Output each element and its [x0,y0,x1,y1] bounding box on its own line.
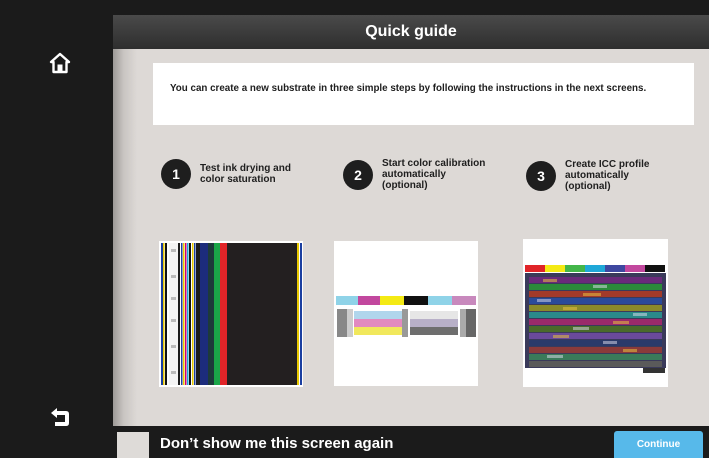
panel-shadow [113,49,137,426]
continue-button[interactable]: Continue [614,431,703,458]
home-icon [49,52,71,74]
info-text: You can create a new substrate in three … [170,83,647,94]
step-label-1: Test ink drying and color saturation [200,163,291,185]
icc-profile-chart-image [523,239,668,387]
guide-panel: You can create a new substrate in three … [113,49,709,426]
footer-bar: Don’t show me this screen again Continue [113,426,709,458]
sidebar [0,0,113,458]
step-label-3: Create ICC profile automatically (option… [565,159,650,192]
dont-show-checkbox[interactable] [117,432,149,458]
step-number-2: 2 [343,159,373,190]
step-1: 1 Test ink drying and color saturation [161,159,291,189]
info-box: You can create a new substrate in three … [153,63,694,125]
home-button[interactable] [40,43,80,83]
color-calibration-chart-image [334,241,478,386]
back-arrow-icon [51,408,69,426]
back-button[interactable] [40,397,80,437]
step-2: 2 Start color calibration automatically … [343,158,485,191]
step-number-3: 3 [526,160,556,191]
page-title: Quick guide [113,15,709,49]
dont-show-label: Don’t show me this screen again [160,435,394,452]
step-label-2: Start color calibration automatically (o… [382,158,486,191]
step-number-1: 1 [161,159,191,189]
step-3: 3 Create ICC profile automatically (opti… [526,159,649,192]
ink-test-chart-image [159,241,303,387]
